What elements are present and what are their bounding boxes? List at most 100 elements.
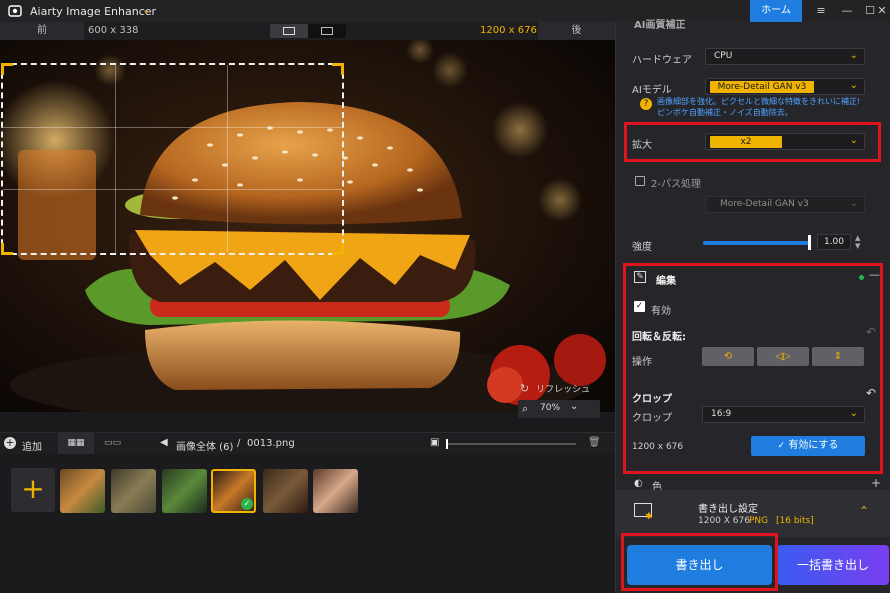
crop-apply-label: 有効にする	[788, 440, 839, 451]
help-icon[interactable]: ?	[640, 98, 652, 110]
grid-view-icon[interactable]: ▦▦	[58, 433, 94, 454]
compare-bar: 前 600 x 338 1200 x 676 後	[0, 22, 615, 40]
thumbnail-size-icon: ▣	[430, 437, 440, 448]
crop-handle-bottom-right[interactable]	[332, 243, 344, 255]
before-size: 600 x 338	[88, 25, 139, 36]
thumbnail-size-handle[interactable]	[446, 439, 448, 449]
strength-label: 強度	[632, 242, 652, 253]
path-file: 0013.png	[247, 438, 295, 449]
settings-panel: AI画質補正 ハードウェア CPU ⌄ AIモデル More-Detail GA…	[615, 20, 890, 593]
after-tab[interactable]: 後	[538, 22, 615, 40]
zoom-control[interactable]: ⌕ 70% ⌄	[518, 400, 600, 418]
collapse-icon[interactable]: —	[869, 268, 880, 281]
scale-dropdown[interactable]: x2 ⌄	[705, 133, 865, 150]
thumbnail-lizard[interactable]	[111, 469, 156, 513]
thumbnail-size-slider[interactable]	[446, 439, 576, 449]
split-view-button[interactable]	[270, 24, 308, 38]
two-pass-model-value: More-Detail GAN v3	[720, 199, 809, 209]
flip-horizontal-button[interactable]: ◁▷	[757, 347, 809, 366]
crop-apply-button[interactable]: ✓ 有効にする	[751, 436, 865, 456]
crop-grid-line	[226, 65, 228, 253]
strength-stepper-icon[interactable]: ▲ ▼	[855, 234, 860, 250]
two-pass-label: 2-パス処理	[651, 179, 701, 190]
path-separator: /	[237, 438, 241, 449]
app-menu-chevron-icon[interactable]: ⌄	[142, 5, 150, 16]
ai-model-hint-2: ピンボケ自動補正・ノイズ自動除去。	[657, 108, 793, 117]
export-size: 1200 X 676	[698, 516, 750, 526]
export-bits: [16 bits]	[776, 516, 814, 526]
hardware-label: ハードウェア	[632, 55, 692, 66]
crop-handle-top-right[interactable]	[332, 63, 344, 75]
thumbnail-burger[interactable]: ✓	[211, 469, 256, 513]
add-label[interactable]: 追加	[22, 438, 42, 453]
selected-check-icon: ✓	[241, 498, 253, 510]
menu-icon[interactable]: ≡	[811, 1, 831, 21]
crop-undo-icon[interactable]: ↶	[866, 386, 876, 400]
edit-enabled-checkbox[interactable]: ✓	[634, 301, 645, 312]
crop-size: 1200 x 676	[632, 442, 684, 452]
two-pass-model-dropdown[interactable]: More-Detail GAN v3 ⌄	[705, 196, 865, 213]
add-icon[interactable]: +	[4, 437, 16, 449]
path-all[interactable]: 画像全体 (6)	[176, 438, 233, 453]
side-by-side-button[interactable]	[308, 24, 346, 38]
chevron-down-icon: ⌄	[849, 50, 858, 61]
flip-vertical-icon: ⇕	[833, 351, 843, 362]
crop-grid-line	[3, 189, 342, 191]
add-image-button[interactable]: +	[11, 468, 55, 512]
image-canvas[interactable]	[0, 40, 615, 412]
back-icon[interactable]: ◀	[160, 437, 168, 448]
thumbnail-strip: + ✓	[0, 454, 615, 593]
export-settings-bar[interactable]: ✱ 書き出し設定 1200 X 676 PNG [16 bits] ⌃	[616, 490, 890, 537]
hardware-dropdown[interactable]: CPU ⌄	[705, 48, 865, 65]
crop-handle-bottom-left[interactable]	[1, 243, 13, 255]
zoom-value: 70%	[540, 403, 561, 413]
crop-ratio-dropdown[interactable]: 16:9 ⌄	[702, 406, 865, 423]
export-highlight	[621, 533, 778, 591]
rotate-button[interactable]: ⟲	[702, 347, 754, 366]
zoom-icon: ⌕	[522, 402, 529, 415]
flip-vertical-button[interactable]: ⇕	[812, 347, 864, 366]
refresh-button[interactable]: ↻ リフレッシュ	[520, 382, 590, 395]
ai-model-label: AIモデル	[632, 85, 672, 96]
crop-handle-top-left[interactable]	[1, 63, 13, 75]
chevron-down-icon: ⌄	[849, 135, 858, 146]
trash-icon[interactable]: 🗑	[588, 437, 601, 448]
status-dot-icon	[859, 275, 864, 280]
batch-export-button[interactable]: 一括書き出し	[777, 545, 889, 585]
thumbnail-dog[interactable]	[263, 469, 308, 513]
crop-selection[interactable]	[1, 63, 344, 255]
view-mode-toggle	[270, 24, 346, 38]
strength-value[interactable]: 1.00	[817, 234, 851, 250]
rotate-flip-label: 回転＆反転:	[632, 332, 686, 343]
check-circle-icon: ✓	[777, 441, 786, 451]
strip-view-icon[interactable]: ▭▭	[104, 438, 121, 448]
minimize-icon[interactable]: —	[837, 1, 857, 21]
strength-slider-handle[interactable]	[808, 235, 811, 250]
two-pass-checkbox[interactable]	[635, 176, 645, 186]
strength-slider[interactable]	[703, 241, 810, 245]
enhance-section-title: AI画質補正	[634, 20, 686, 31]
app-title: Aiarty Image Enhancer	[30, 5, 157, 18]
refresh-label: リフレッシュ	[536, 385, 591, 395]
rotate-icon: ⟲	[723, 351, 733, 362]
expand-icon[interactable]: +	[871, 476, 881, 490]
chevron-up-icon[interactable]: ⌃	[859, 504, 869, 518]
rotate-undo-icon[interactable]: ↶	[866, 325, 876, 339]
crop-grid-line	[3, 127, 342, 129]
ai-model-dropdown[interactable]: More-Detail GAN v3 ⌄	[705, 78, 865, 95]
gear-icon: ✱	[645, 512, 653, 522]
title-bar: Aiarty Image Enhancer ⌄ ホーム ≡ — ☐ ✕	[0, 0, 890, 22]
close-icon[interactable]: ✕	[872, 1, 890, 21]
chevron-down-icon: ⌄	[849, 408, 858, 419]
refresh-icon: ↻	[520, 382, 530, 395]
edit-icon: ✎	[634, 271, 646, 283]
ai-model-value: More-Detail GAN v3	[710, 81, 814, 93]
rotate-flip-buttons: ⟲ ◁▷ ⇕	[702, 347, 866, 366]
thumbnail-woman[interactable]	[313, 469, 358, 513]
before-tab[interactable]: 前	[0, 22, 84, 40]
thumbnail-forest[interactable]	[162, 469, 207, 513]
edit-enabled-label: 有効	[651, 306, 671, 317]
ai-model-hint-1: 画像細部を強化。ピクセルと微細な特徴をきれいに補正!	[657, 97, 861, 106]
thumbnail-tiger[interactable]	[60, 469, 105, 513]
home-button[interactable]: ホーム	[750, 0, 802, 22]
